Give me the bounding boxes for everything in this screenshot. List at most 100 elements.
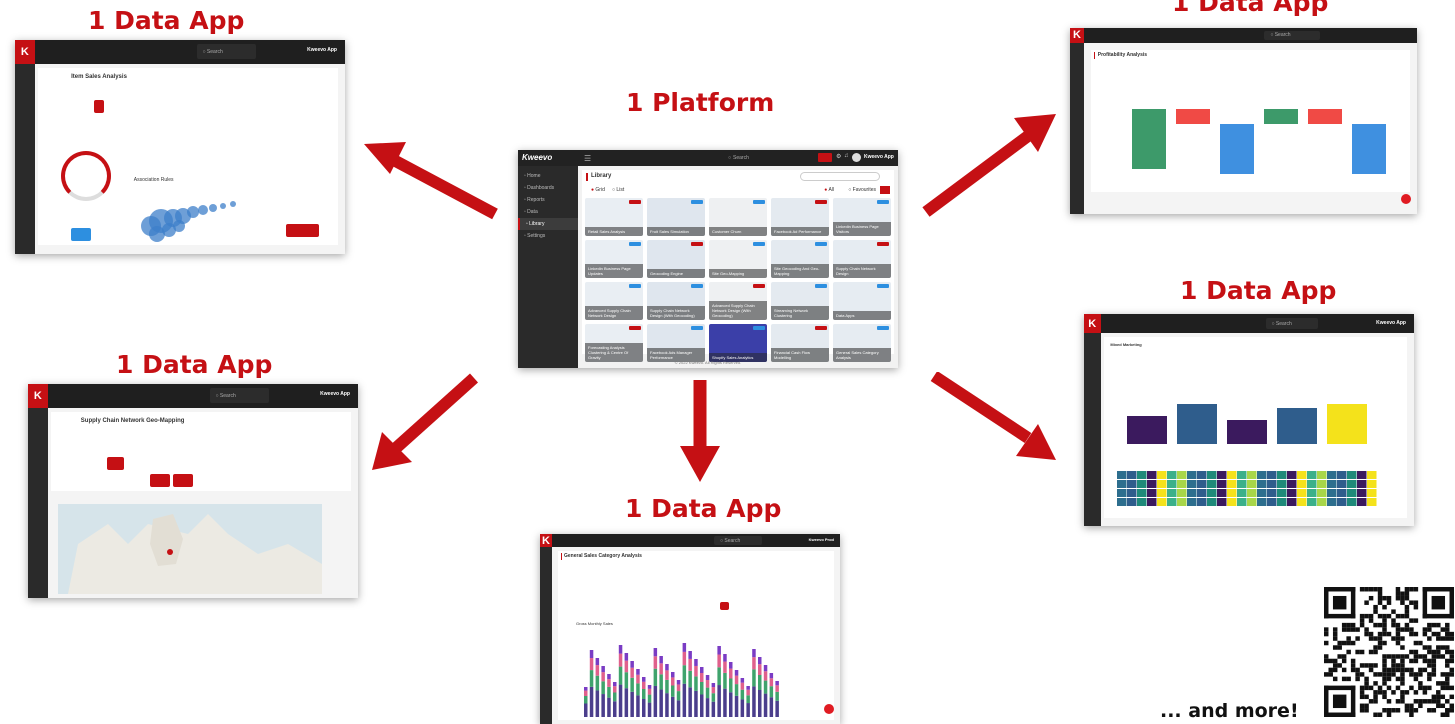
tile-badge [691,200,703,204]
build-network-button[interactable] [150,473,170,487]
qr-module [1382,613,1387,619]
app-user-label[interactable]: Kweevo App [320,391,350,397]
sidebar-item-settings[interactable]: ▫ Settings [518,230,578,242]
library-tile[interactable]: Shopify Sales Analytics [709,324,767,362]
library-tile[interactable]: Fruit Sales Simulation [647,198,705,236]
heatmap-cell [1277,479,1287,488]
stacked-bar-segment [752,648,756,657]
stacked-bar-segment [613,692,617,702]
library-tile[interactable]: Supply Chain Network Design [833,240,891,278]
library-tile[interactable]: Linkedin Business Page Updates [585,240,643,278]
app-sales-category-screenshot: K ○ Search Kweevo Prod General Sales Cat… [540,534,840,724]
library-tile[interactable]: Advanced Supply Chain Network Design [585,282,643,320]
stacked-bar-segment [676,690,681,701]
qr-module [1341,676,1347,682]
waterfall-bar [1131,108,1166,169]
gear-icon[interactable]: ⚙ [836,153,841,160]
library-tile[interactable]: Site Geocoding And Geo-Mapping [771,240,829,278]
library-tile[interactable]: Advanced Supply Chain Network Design (Wi… [709,282,767,320]
qr-module [1436,636,1441,641]
qr-module [1364,600,1369,605]
stacked-bar-segment [584,686,588,691]
arrow-to-mid-right-icon [930,372,1056,460]
floating-add-button[interactable] [824,704,834,714]
library-tile[interactable]: Linkedin Business Page Visitors [833,198,891,236]
platform-search-input[interactable]: ○ Search [728,153,808,163]
library-tile[interactable]: Site Geo-Mapping [709,240,767,278]
apply-button[interactable] [94,99,105,113]
qr-module [1409,708,1414,713]
avatar[interactable] [852,153,861,162]
qr-module [1418,699,1423,704]
waterfall-bar [1175,108,1210,124]
brand-logo-icon: K [15,40,35,64]
qr-module [1409,627,1414,632]
sidebar-item-dashboards[interactable]: ▫ Dashboards [518,182,578,194]
qr-module [1440,712,1446,717]
qr-module [1404,609,1410,614]
sidebar-item-data[interactable]: ▫ Data [518,206,578,218]
caption-app-mid-left: 1 Data App [116,350,273,379]
qr-module [1422,658,1428,664]
filter-all-radio[interactable]: ● All [824,187,834,193]
sidebar-item-reports[interactable]: ▫ Reports [518,194,578,206]
library-tile[interactable]: Forecasting Analysis Clustering & Centre… [585,324,643,362]
heatmap-cell [1137,479,1147,488]
library-tile[interactable]: Supply Chain Network Design (With Geocod… [647,282,705,320]
library-tile[interactable]: Facebook Ad Performance [771,198,829,236]
library-tile[interactable]: Data Apps [833,282,891,320]
qr-module [1346,676,1351,682]
app-search-input[interactable]: ○ Search [196,44,256,60]
app-user-label[interactable]: Kweevo Prod [809,537,834,542]
filter-favourites-radio[interactable]: ○ Favourites [848,187,876,193]
app-search-input[interactable]: ○ Search [1264,30,1320,41]
stacked-bar-segment [694,665,698,677]
analyze-button[interactable] [71,228,91,242]
qr-module [1382,622,1387,628]
qr-module [1449,631,1454,637]
platform-menu-icon[interactable]: ☰ [584,154,591,163]
qr-module [1355,649,1360,655]
tile-label: Data Apps [833,311,891,320]
qr-module [1449,672,1454,677]
qr-module [1377,672,1383,677]
bell-icon[interactable]: ♫ [844,153,849,159]
library-tile[interactable]: General Sales Category Analysis [833,324,891,362]
app-search-input[interactable]: ○ Search [714,535,762,546]
library-tile[interactable]: Financial Cash Flow Modelling [771,324,829,362]
app-user-label[interactable]: Kweevo App [307,47,337,53]
library-tile[interactable]: Streaming Network Clustering [771,282,829,320]
app-search-input[interactable]: ○ Search [209,388,269,404]
qr-module [1427,685,1432,691]
library-search-input[interactable] [800,172,880,181]
tile-badge [877,242,889,246]
qr-module [1368,613,1374,619]
library-tile[interactable]: Geocoding Engine [647,240,705,278]
view-list-radio[interactable]: ○ List [612,187,624,193]
qr-module [1359,587,1365,592]
app-search-input[interactable]: ○ Search [1265,318,1319,329]
qr-module [1404,604,1410,610]
qr-module [1373,645,1378,650]
floating-add-button[interactable] [1401,194,1411,204]
export-button[interactable] [173,473,193,487]
add-app-button[interactable] [880,186,890,194]
library-tile[interactable]: Facebook Ads Manager Performance [647,324,705,362]
qr-module [1382,604,1387,610]
qr-module [1391,636,1396,641]
library-tile[interactable]: Retail Sales Analysis [585,198,643,236]
sidebar-item-library[interactable]: ▫ Library [518,218,578,230]
platform-user-label[interactable]: Kweevo App [864,154,894,160]
heatmap-cell [1367,488,1377,497]
library-tile[interactable]: Customer Churn [709,198,767,236]
sidebar-item-home[interactable]: ▫ Home [518,170,578,182]
geocode-button[interactable] [107,456,124,470]
app-user-label[interactable]: Kweevo App [1376,320,1406,326]
stacked-bar-segment [671,671,675,678]
run-button[interactable] [720,602,729,610]
qr-module [1436,654,1441,659]
platform-add-button[interactable] [818,153,832,162]
view-grid-radio[interactable]: ● Grid [591,187,605,193]
app-sidebar [15,63,35,254]
view-recommendation-button[interactable] [285,224,319,237]
